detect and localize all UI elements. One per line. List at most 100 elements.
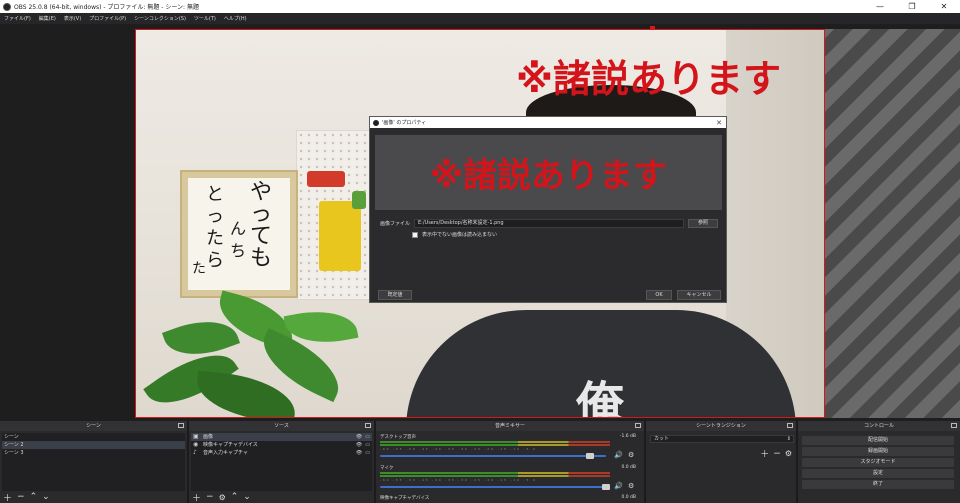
volume-fader[interactable]: [380, 486, 606, 488]
source-item[interactable]: ▣ 画像 👁 ▭: [191, 433, 372, 441]
minimize-button[interactable]: —: [864, 0, 896, 13]
camera-icon: ◉: [193, 441, 199, 448]
audio-mixer-dock-title: 音声ミキサー: [494, 423, 525, 429]
settings-button[interactable]: 設定: [802, 469, 954, 478]
dialog-preview-text: ※諸説あります: [429, 156, 668, 196]
exit-button[interactable]: 終了: [802, 480, 954, 489]
out-of-canvas-area: [825, 29, 960, 418]
menu-view[interactable]: 表示(V): [64, 15, 81, 22]
volume-meter: [380, 472, 610, 474]
image-icon: ▣: [193, 433, 199, 440]
image-file-input[interactable]: E:/Users/Desktop/名称未設定-1.png: [414, 218, 684, 228]
chevron-updown-icon: ⇕: [786, 436, 791, 442]
move-up-icon[interactable]: ⌃: [30, 492, 38, 502]
scene-item[interactable]: シーン 2: [2, 441, 185, 449]
gear-icon[interactable]: ⚙: [785, 449, 792, 458]
controls-dock-header: コントロール: [798, 421, 960, 431]
add-scene-icon[interactable]: ＋: [3, 491, 12, 503]
lock-icon[interactable]: ▭: [365, 433, 370, 441]
start-recording-button[interactable]: 録画開始: [802, 447, 954, 456]
scenes-dock-title: シーン: [86, 423, 101, 429]
sources-toolbar: ＋ − ⚙ ⌃ ⌄: [192, 491, 251, 503]
speaker-icon[interactable]: 🔊: [614, 451, 623, 459]
audio-mixer-dock: 音声ミキサー デスクトップ音声 -1.6 dB -60 -55 -50 -45 …: [376, 421, 646, 503]
lock-icon[interactable]: ▭: [365, 449, 370, 457]
lock-icon[interactable]: ▭: [365, 441, 370, 449]
menu-scene-collection[interactable]: シーンコレクション(S): [134, 15, 186, 22]
mic-icon: ♪: [193, 449, 197, 456]
scene-transitions-dock-title: シーントランジション: [696, 423, 746, 429]
maximize-button[interactable]: ❐: [896, 0, 928, 13]
menu-edit[interactable]: 編集(E): [39, 15, 56, 22]
cancel-button[interactable]: キャンセル: [677, 290, 721, 300]
image-file-row: 画像ファイル E:/Users/Desktop/名称未設定-1.png 参照: [380, 218, 718, 228]
controls-dock-title: コントロール: [863, 423, 894, 429]
add-transition-icon[interactable]: ＋: [760, 447, 769, 460]
browse-button[interactable]: 参照: [688, 218, 718, 228]
scene-item[interactable]: シーン: [2, 433, 185, 441]
scenes-dock-header: シーン: [0, 421, 187, 431]
close-button[interactable]: ✕: [928, 0, 960, 13]
obs-logo-icon: [373, 119, 379, 126]
move-up-icon[interactable]: ⌃: [231, 492, 239, 502]
preview-area[interactable]: やっても んち とったら た 俺 ※諸説あります '画像' のプロパティ ✕ ※…: [0, 24, 960, 421]
remove-scene-icon[interactable]: −: [17, 492, 25, 502]
undock-icon[interactable]: [365, 423, 371, 428]
mixer-channel-db: -1.6 dB: [619, 434, 636, 439]
scene-transitions-dock: シーントランジション カット ⇕ ＋ − ⚙: [646, 421, 798, 503]
sources-dock-header: ソース: [189, 421, 374, 431]
move-down-icon[interactable]: ⌄: [42, 492, 50, 502]
eye-icon[interactable]: 👁: [356, 441, 362, 449]
sources-dock: ソース ▣ 画像 👁 ▭ ◉ 映像キャプチャデバイス 👁 ▭ ♪ 音声入力キャプ…: [189, 421, 376, 503]
window-controls: — ❐ ✕: [864, 0, 960, 13]
menu-help[interactable]: ヘルプ(H): [224, 15, 247, 22]
add-source-icon[interactable]: ＋: [192, 491, 201, 503]
defaults-button[interactable]: 既定値: [378, 290, 412, 300]
eye-icon[interactable]: 👁: [356, 433, 362, 441]
source-name: 映像キャプチャデバイス: [203, 442, 258, 448]
mixer-channel-name: デスクトップ音声: [380, 435, 416, 440]
transition-select[interactable]: カット ⇕: [650, 435, 794, 443]
plant: [136, 290, 376, 417]
gear-icon[interactable]: ⚙: [628, 482, 634, 490]
studio-mode-button[interactable]: スタジオモード: [802, 458, 954, 467]
toy-green: [352, 191, 366, 209]
scene-item[interactable]: シーン 3: [2, 449, 185, 457]
undock-icon[interactable]: [787, 423, 793, 428]
undock-icon[interactable]: [951, 423, 957, 428]
menu-tools[interactable]: ツール(T): [194, 15, 216, 22]
scene-transitions-dock-header: シーントランジション: [646, 421, 796, 431]
source-name: 音声入力キャプチャ: [203, 450, 248, 456]
ok-button[interactable]: OK: [646, 290, 672, 300]
volume-fader[interactable]: [380, 455, 606, 457]
start-streaming-button[interactable]: 配信開始: [802, 436, 954, 445]
undock-icon[interactable]: [178, 423, 184, 428]
mixer-channel-db: 0.0 dB: [621, 495, 636, 500]
unload-when-hidden-checkbox[interactable]: [412, 231, 418, 238]
menu-profile[interactable]: プロファイル(P): [89, 15, 126, 22]
sources-list: ▣ 画像 👁 ▭ ◉ 映像キャプチャデバイス 👁 ▭ ♪ 音声入力キャプチャ 👁…: [191, 433, 372, 491]
dialog-titlebar: '画像' のプロパティ ✕: [370, 117, 726, 128]
obs-logo-icon: [3, 2, 11, 11]
source-item[interactable]: ◉ 映像キャプチャデバイス 👁 ▭: [191, 441, 372, 449]
volume-fader-knob[interactable]: [586, 453, 594, 459]
menu-file[interactable]: ファイル(F): [4, 15, 31, 22]
sources-dock-title: ソース: [274, 423, 289, 429]
dialog-title: '画像' のプロパティ: [382, 120, 427, 126]
undock-icon[interactable]: [635, 423, 641, 428]
overlay-image-text[interactable]: ※諸説あります: [516, 48, 781, 103]
mixer-channel-name: 映像キャプチャデバイス: [380, 496, 430, 501]
unload-when-hidden-row: 表示中でない画像は読み込まない: [412, 231, 497, 238]
volume-fader-knob[interactable]: [602, 484, 610, 490]
remove-transition-icon[interactable]: −: [773, 449, 781, 459]
remove-source-icon[interactable]: −: [206, 492, 214, 502]
gear-icon[interactable]: ⚙: [628, 451, 634, 459]
move-down-icon[interactable]: ⌄: [243, 492, 251, 502]
unload-when-hidden-label: 表示中でない画像は読み込まない: [422, 232, 498, 238]
eye-icon[interactable]: 👁: [356, 449, 362, 457]
source-item[interactable]: ♪ 音声入力キャプチャ 👁 ▭: [191, 449, 372, 457]
calligraphy-line-1: やっても: [250, 180, 273, 271]
dialog-close-button[interactable]: ✕: [712, 119, 726, 127]
gear-icon[interactable]: ⚙: [219, 493, 226, 502]
speaker-icon[interactable]: 🔊: [614, 482, 623, 490]
